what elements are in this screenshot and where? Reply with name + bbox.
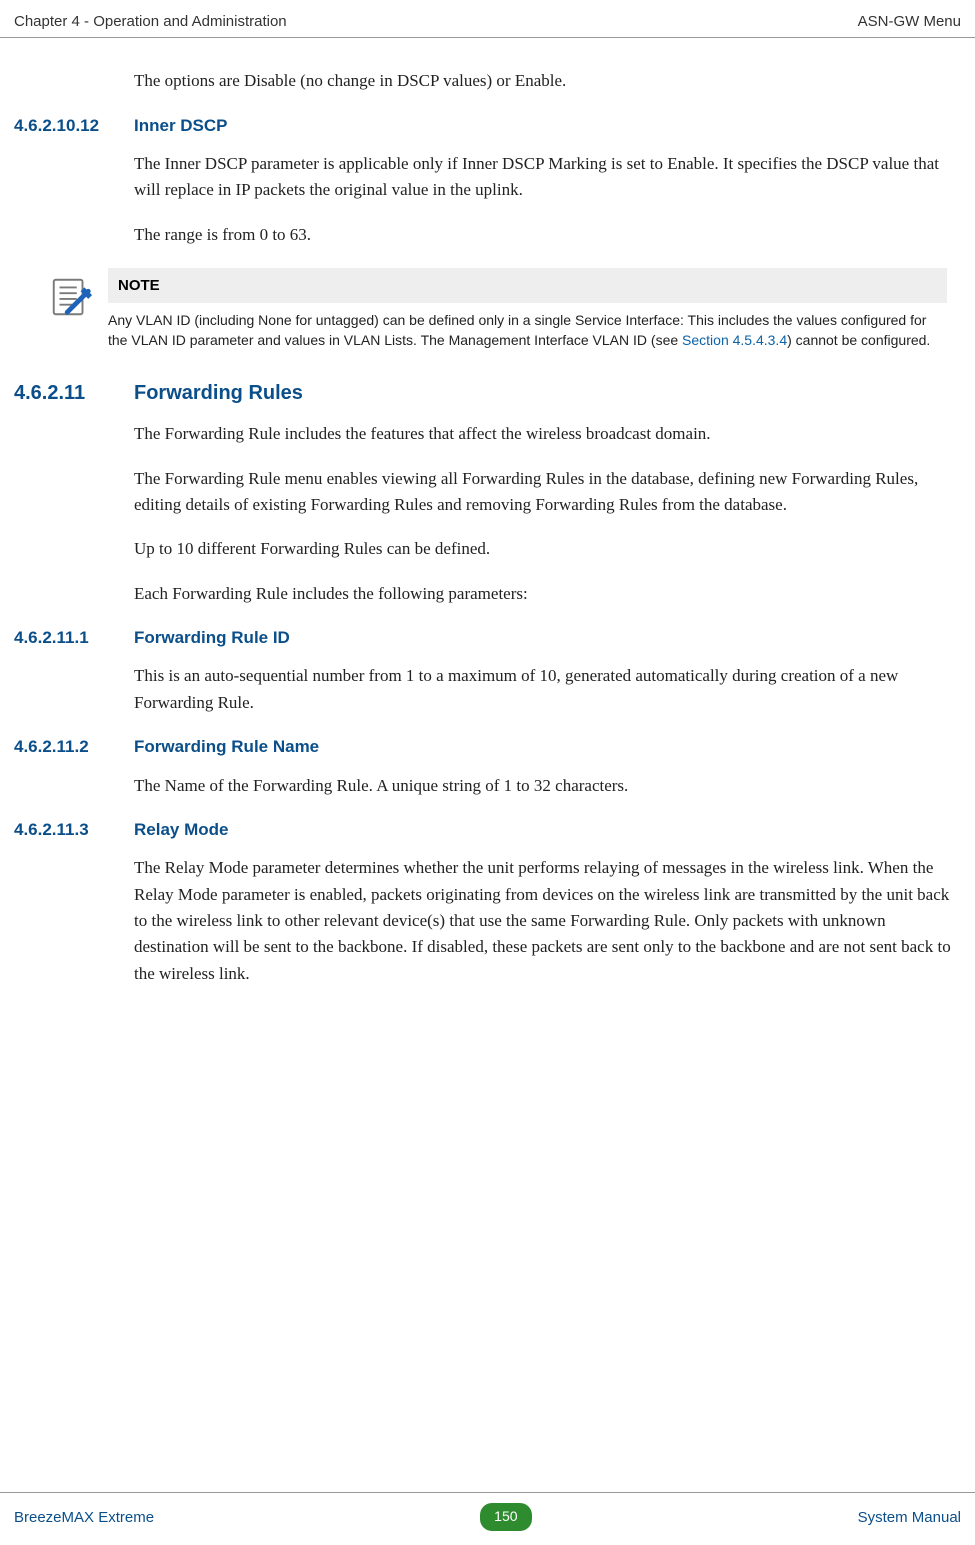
section-number: 4.6.2.11.2	[14, 734, 134, 760]
header-left: Chapter 4 - Operation and Administration	[14, 10, 287, 33]
section-number: 4.6.2.11	[14, 378, 134, 409]
body-paragraph: The Relay Mode parameter determines whet…	[134, 855, 961, 987]
body-paragraph: Up to 10 different Forwarding Rules can …	[134, 536, 961, 562]
body-paragraph: The Name of the Forwarding Rule. A uniqu…	[134, 773, 961, 799]
note-section-link[interactable]: Section 4.5.4.3.4	[682, 332, 787, 348]
section-forwarding-rule-name-heading: 4.6.2.11.2 Forwarding Rule Name	[14, 734, 961, 760]
page-content: The options are Disable (no change in DS…	[0, 38, 975, 987]
footer-left: BreezeMAX Extreme	[14, 1506, 154, 1529]
body-paragraph: The Forwarding Rule includes the feature…	[134, 421, 961, 447]
body-paragraph: This is an auto-sequential number from 1…	[134, 663, 961, 716]
page-footer: BreezeMAX Extreme 150 System Manual	[0, 1492, 975, 1545]
body-paragraph: The Forwarding Rule menu enables viewing…	[134, 466, 961, 519]
section-title: Forwarding Rule ID	[134, 625, 290, 651]
header-right: ASN-GW Menu	[858, 10, 961, 33]
intro-paragraph: The options are Disable (no change in DS…	[134, 68, 961, 94]
note-text: Any VLAN ID (including None for untagged…	[108, 311, 947, 350]
note-label: NOTE	[108, 268, 947, 303]
section-title: Forwarding Rules	[134, 378, 303, 409]
section-number: 4.6.2.11.3	[14, 817, 134, 843]
page-header: Chapter 4 - Operation and Administration…	[0, 0, 975, 38]
note-part2: ) cannot be configured.	[787, 332, 930, 348]
note-body: NOTE Any VLAN ID (including None for unt…	[108, 268, 947, 350]
footer-right: System Manual	[858, 1506, 961, 1529]
section-title: Relay Mode	[134, 817, 228, 843]
body-paragraph: Each Forwarding Rule includes the follow…	[134, 581, 961, 607]
note-block: NOTE Any VLAN ID (including None for unt…	[48, 268, 947, 350]
section-relay-mode-heading: 4.6.2.11.3 Relay Mode	[14, 817, 961, 843]
section-forwarding-rules-heading: 4.6.2.11 Forwarding Rules	[14, 378, 961, 409]
body-paragraph: The range is from 0 to 63.	[134, 222, 961, 248]
section-number: 4.6.2.10.12	[14, 113, 134, 139]
note-icon	[48, 268, 94, 350]
section-title: Forwarding Rule Name	[134, 734, 319, 760]
section-number: 4.6.2.11.1	[14, 625, 134, 651]
section-inner-dscp-heading: 4.6.2.10.12 Inner DSCP	[14, 113, 961, 139]
section-title: Inner DSCP	[134, 113, 228, 139]
body-paragraph: The Inner DSCP parameter is applicable o…	[134, 151, 961, 204]
section-forwarding-rule-id-heading: 4.6.2.11.1 Forwarding Rule ID	[14, 625, 961, 651]
page-number-badge: 150	[480, 1503, 531, 1531]
